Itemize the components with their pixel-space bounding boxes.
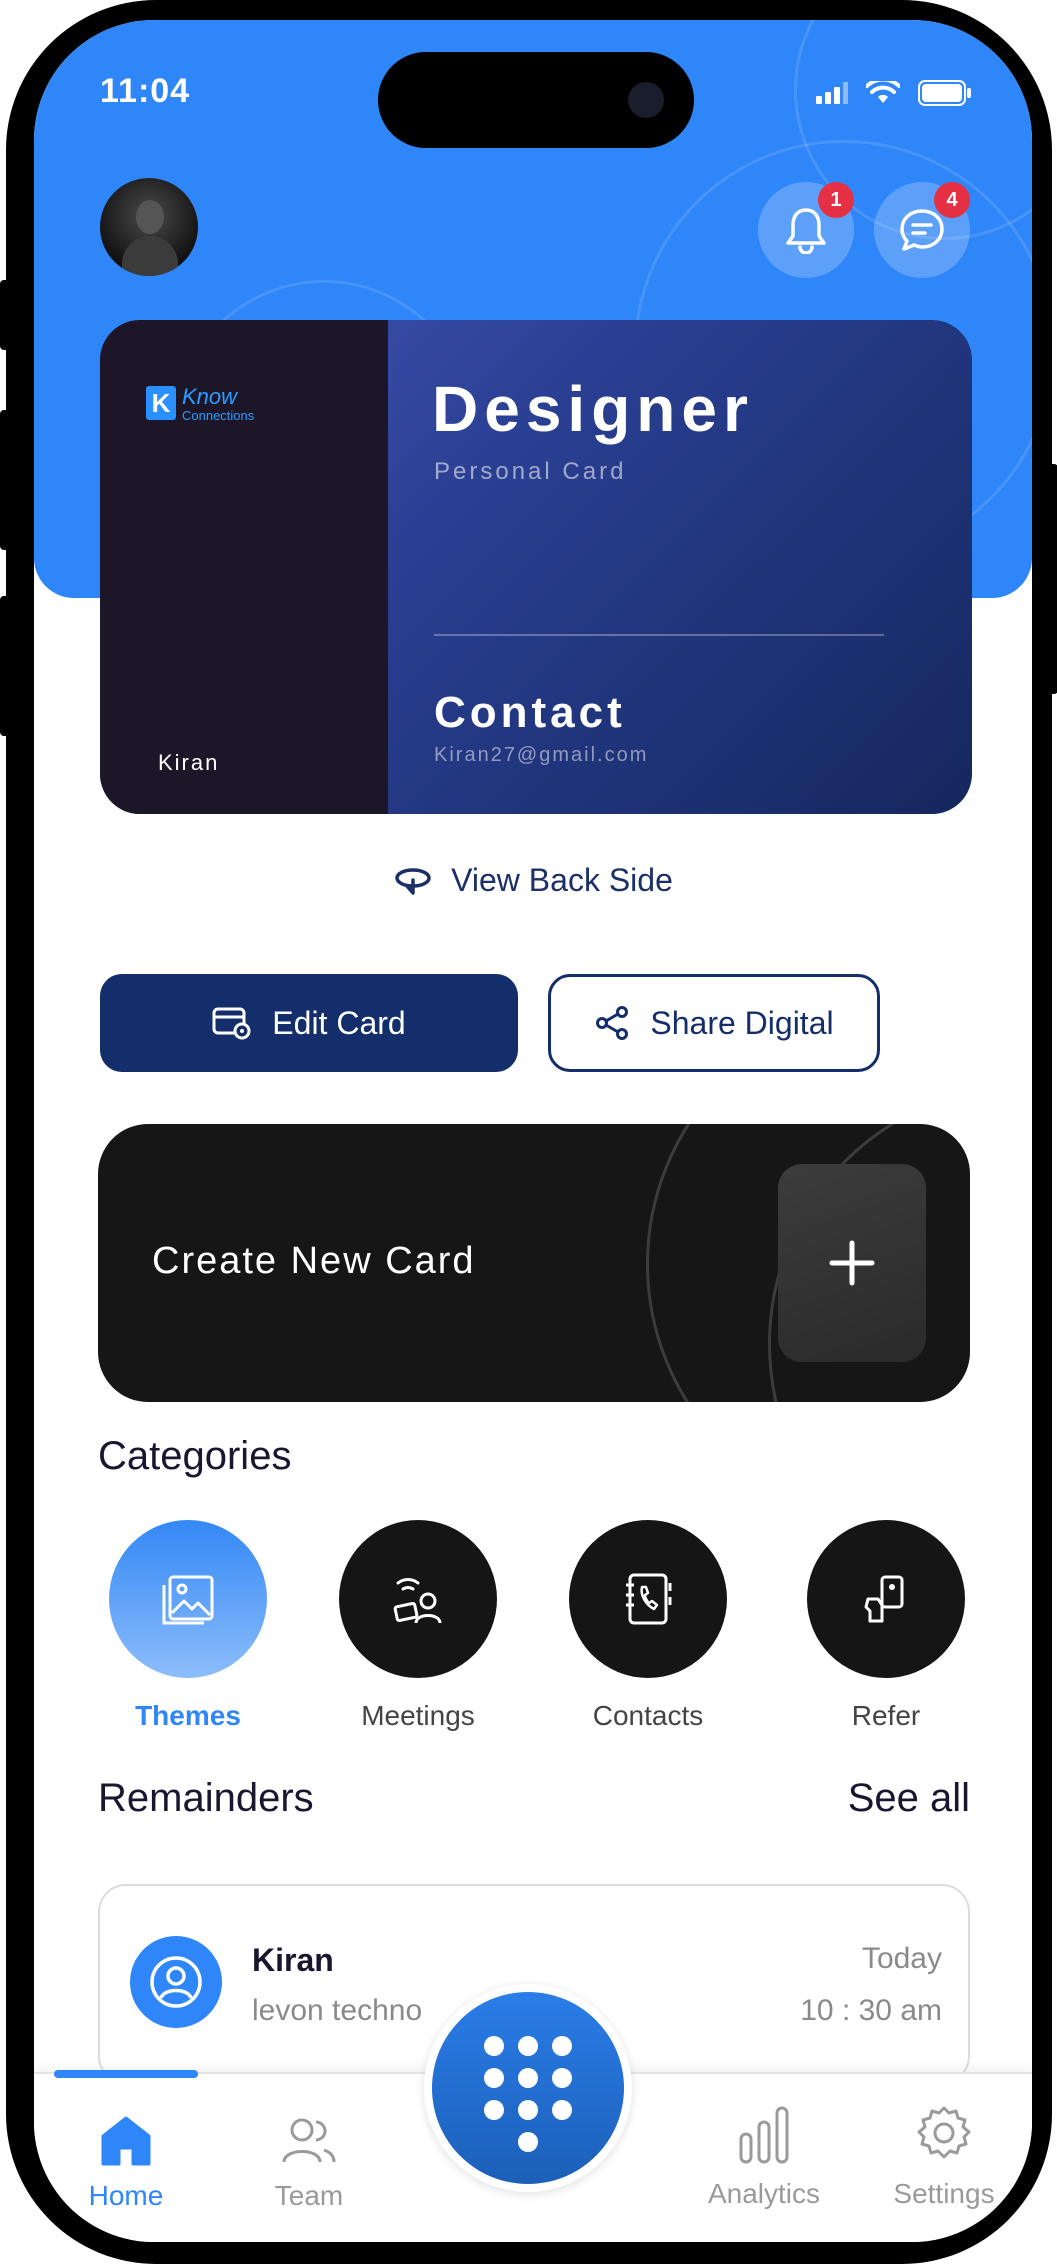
side-button-silent	[0, 280, 12, 350]
reminder-company: levon techno	[252, 1994, 423, 2027]
message-badge: 4	[934, 182, 970, 218]
flip-icon	[395, 867, 431, 895]
refer-icon	[864, 1575, 904, 1623]
screen: 11:04 1 4 K Know Connections Kiran Desig…	[34, 20, 1032, 2242]
meeting-icon	[393, 1578, 442, 1624]
tab-label: Team	[274, 2180, 344, 2211]
notifications-button[interactable]: 1	[758, 182, 854, 278]
card-contact-heading: Contact	[434, 688, 626, 737]
card-title: Designer	[432, 373, 754, 445]
chat-icon	[900, 209, 944, 251]
tab-analytics[interactable]: Analytics	[694, 2104, 834, 2210]
edit-card-label: Edit Card	[272, 1004, 406, 1041]
card-email: Kiran27@gmail.com	[434, 744, 649, 766]
side-button-power	[1046, 464, 1057, 694]
category-label: Contacts	[592, 1700, 704, 1731]
category-label: Meetings	[361, 1700, 475, 1731]
category-label: Refer	[851, 1700, 921, 1731]
reminder-name: Kiran	[252, 1942, 334, 1978]
card-owner-name: Kiran	[158, 750, 220, 775]
share-digital-button[interactable]: Share Digital	[548, 974, 880, 1072]
card-subtitle: Personal Card	[434, 458, 627, 485]
camera-icon	[628, 82, 664, 118]
active-tab-indicator	[54, 2070, 198, 2078]
categories-title: Categories	[98, 1434, 292, 1478]
signal-icon	[816, 82, 848, 104]
status-time: 11:04	[100, 72, 191, 110]
create-new-card-label: Create New Card	[152, 1240, 476, 1282]
bell-icon	[786, 208, 826, 254]
phone-frame: 11:04 1 4 K Know Connections Kiran Desig…	[0, 0, 1057, 2264]
category-refer[interactable]: Refer	[807, 1520, 965, 1732]
reminder-avatar	[130, 1936, 222, 2028]
dynamic-island	[378, 52, 694, 148]
battery-icon	[918, 80, 971, 106]
settings-icon	[917, 2106, 971, 2159]
business-card[interactable]: K Know Connections Kiran Designer Person…	[100, 320, 972, 814]
share-icon	[596, 1006, 629, 1040]
notification-badge: 1	[818, 182, 854, 218]
side-button-volume-up	[0, 410, 12, 550]
analytics-icon	[739, 2106, 789, 2164]
plus-icon	[829, 1240, 875, 1286]
tab-label: Settings	[893, 2178, 995, 2209]
tab-team[interactable]: Team	[244, 2114, 374, 2212]
home-icon	[101, 2116, 151, 2166]
view-back-label: View Back Side	[451, 862, 673, 898]
see-all-link[interactable]: See all	[848, 1776, 970, 1821]
wifi-icon	[866, 81, 900, 103]
card-settings-icon	[212, 1007, 251, 1040]
team-icon	[282, 2118, 336, 2163]
messages-button[interactable]: 4	[874, 182, 970, 278]
view-back-side-link[interactable]: View Back Side	[34, 862, 1032, 899]
card-front-panel: K Know Connections Kiran	[100, 320, 388, 814]
logo-k-icon: K	[146, 386, 176, 420]
share-digital-label: Share Digital	[650, 1004, 834, 1041]
tab-settings[interactable]: Settings	[874, 2104, 1014, 2210]
create-new-card-banner[interactable]: Create New Card	[98, 1124, 970, 1402]
reminders-title: Remainders	[98, 1776, 314, 1820]
tab-label: Analytics	[707, 2178, 821, 2209]
image-icon	[162, 1575, 214, 1625]
reminder-time: 10 : 30 am	[800, 1994, 942, 2027]
create-card-button[interactable]	[778, 1164, 926, 1362]
category-themes[interactable]: Themes	[109, 1520, 267, 1732]
status-icons	[816, 80, 972, 106]
tab-home[interactable]: Home	[54, 2114, 198, 2212]
dialpad-button[interactable]	[432, 1992, 624, 2184]
card-divider	[434, 634, 884, 636]
reminder-day: Today	[861, 1942, 942, 1975]
user-circle-icon	[150, 1956, 202, 2008]
company-logo: K Know Connections	[146, 386, 254, 423]
user-avatar[interactable]	[100, 178, 198, 276]
tab-label: Home	[88, 2180, 164, 2211]
edit-card-button[interactable]: Edit Card	[100, 974, 518, 1072]
category-meetings[interactable]: Meetings	[339, 1520, 497, 1732]
category-contacts[interactable]: Contacts	[569, 1520, 727, 1732]
category-label: Themes	[135, 1700, 241, 1731]
side-button-volume-down	[0, 596, 12, 736]
contact-book-icon	[626, 1573, 672, 1625]
